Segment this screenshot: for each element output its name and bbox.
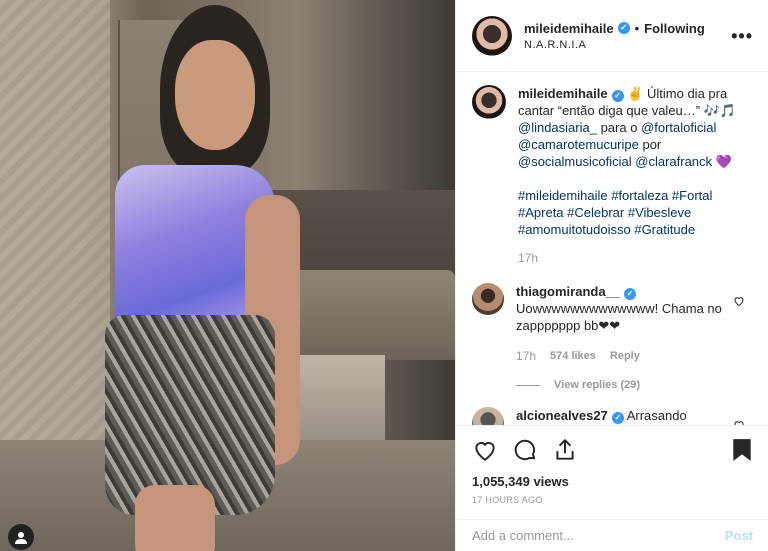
heart-icon[interactable] xyxy=(472,437,498,463)
caption-text-mid: para o xyxy=(596,120,642,135)
caption-avatar[interactable] xyxy=(472,85,506,119)
view-replies-button[interactable]: View replies (29) xyxy=(516,379,753,391)
comment-meta: 17h 574 likes Reply xyxy=(516,348,726,365)
bookmark-icon[interactable] xyxy=(731,437,753,463)
comment-item: thiagomiranda__ ✓ Uowwwwwwwwwwwww! Chama … xyxy=(472,283,753,365)
verified-badge-icon: ✓ xyxy=(611,412,624,424)
author-username[interactable]: mileidemihaile xyxy=(524,21,614,36)
comment-age[interactable]: 17h xyxy=(516,348,536,365)
more-options-icon[interactable]: ••• xyxy=(731,26,753,47)
replies-divider-line xyxy=(516,384,540,386)
comment-body: alcionealves27 ✓ Arrasando xyxy=(516,407,726,425)
caption-text: mileidemihaile ✓ ✌️ Último dia pra cantar… xyxy=(518,85,738,267)
caption: mileidemihaile ✓ ✌️ Último dia pra cantar… xyxy=(472,85,753,267)
comment-icon[interactable] xyxy=(512,437,538,463)
caption-text-mid: por xyxy=(638,137,662,152)
photo-person xyxy=(105,5,300,551)
commenter-username[interactable]: alcionealves27 xyxy=(516,408,608,423)
author-info: mileidemihaile ✓ • Following N.A.R.N.I.A xyxy=(524,21,705,51)
hashtag-line[interactable]: #amomuitotudoisso #Gratitude xyxy=(518,221,738,238)
caption-age: 17h xyxy=(518,251,539,265)
commenter-username[interactable]: thiagomiranda__ xyxy=(516,284,620,299)
comment-composer: Post xyxy=(456,519,768,551)
comment-text: Uowwwwwwwwwwwww! Chama no zappppppp bb❤❤ xyxy=(516,301,722,333)
action-icons xyxy=(472,432,753,468)
verified-badge-icon: ✓ xyxy=(624,288,637,300)
post-sidebar: mileidemihaile ✓ • Following N.A.R.N.I.A… xyxy=(455,0,768,551)
post-timestamp[interactable]: 17 HOURS AGO xyxy=(472,495,753,505)
commenter-avatar[interactable] xyxy=(472,283,504,315)
post-photo[interactable] xyxy=(0,0,455,551)
verified-badge-icon: ✓ xyxy=(617,22,630,34)
caption-text-end: 💜 xyxy=(712,154,732,169)
post-comment-button[interactable]: Post xyxy=(725,528,753,543)
comment-like-heart-icon[interactable] xyxy=(733,295,745,307)
comment-item: alcionealves27 ✓ Arrasando xyxy=(472,407,753,425)
post-actions: 1,055,349 views 17 HOURS AGO xyxy=(456,425,768,525)
follow-button[interactable]: Following xyxy=(644,21,705,36)
mention-link[interactable]: @socialmusicoficial xyxy=(518,154,632,169)
tagged-user-icon[interactable] xyxy=(8,524,34,550)
mention-link[interactable]: @clarafranck xyxy=(635,154,712,169)
reply-button[interactable]: Reply xyxy=(610,348,640,365)
comment-body: thiagomiranda__ ✓ Uowwwwwwwwwwwww! Chama … xyxy=(516,283,726,365)
hashtag-line[interactable]: #Apreta #Celebrar #Vibesleve xyxy=(518,204,738,221)
mention-link[interactable]: @lindasiaria_ xyxy=(518,120,597,135)
comments-section[interactable]: mileidemihaile ✓ ✌️ Último dia pra cantar… xyxy=(456,73,768,425)
photo-sofa xyxy=(280,270,455,360)
commenter-avatar[interactable] xyxy=(472,407,504,425)
share-icon[interactable] xyxy=(552,437,578,463)
comment-text: Arrasando xyxy=(623,408,687,423)
photo-leg xyxy=(135,485,215,551)
post-location[interactable]: N.A.R.N.I.A xyxy=(524,39,705,51)
caption-username[interactable]: mileidemihaile xyxy=(518,86,608,101)
view-replies-label: View replies (29) xyxy=(554,379,641,391)
mention-link[interactable]: @camarotemucuripe xyxy=(518,137,639,152)
verified-badge-icon: ✓ xyxy=(611,90,624,102)
mention-link[interactable]: @fortaloficial xyxy=(641,120,716,135)
comment-input[interactable] xyxy=(472,528,725,543)
photo-face xyxy=(175,40,255,150)
comment-likes[interactable]: 574 likes xyxy=(550,348,596,365)
hashtag-line[interactable]: #mileidemihaile #fortaleza #Fortal xyxy=(518,187,738,204)
author-line: mileidemihaile ✓ • Following xyxy=(524,21,705,36)
separator-dot: • xyxy=(634,20,640,36)
post-header: mileidemihaile ✓ • Following N.A.R.N.I.A… xyxy=(456,0,768,72)
author-avatar[interactable] xyxy=(472,15,512,56)
view-count[interactable]: 1,055,349 views xyxy=(472,474,753,489)
